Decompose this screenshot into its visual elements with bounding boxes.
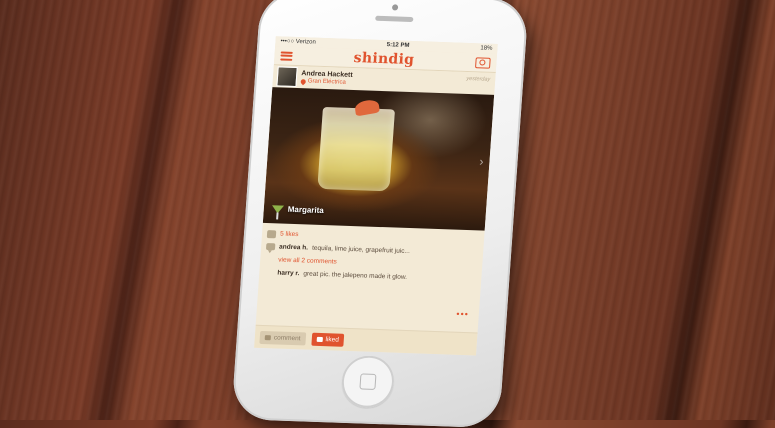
- post-photo[interactable]: › Margarita: [262, 87, 495, 231]
- thumbs-up-icon: [266, 229, 277, 238]
- avatar[interactable]: [276, 66, 298, 88]
- action-bar: comment liked: [254, 324, 478, 356]
- view-all-comments-link[interactable]: view all 2 comments: [278, 256, 337, 265]
- home-button[interactable]: [340, 354, 396, 409]
- location-pin-icon: [299, 77, 307, 85]
- comment-author[interactable]: andrea h.: [279, 244, 308, 252]
- comment-text: great pic. the jalepeno made it glow.: [303, 270, 408, 281]
- comment-text: tequila, lime juice, grapefruit juic...: [311, 244, 411, 256]
- app-logo: shindig: [353, 50, 415, 69]
- location-label: Gran Eléctrica: [307, 78, 346, 86]
- cocktail-icon: [271, 204, 285, 214]
- comment-button-label: comment: [273, 333, 301, 342]
- drink-name: Margarita: [287, 204, 325, 216]
- earpiece-speaker: [375, 15, 414, 23]
- camera-icon[interactable]: [475, 56, 491, 69]
- clock: 5:12 PM: [386, 42, 410, 49]
- more-options-icon[interactable]: •••: [456, 309, 469, 319]
- front-camera: [391, 4, 399, 11]
- liked-button[interactable]: liked: [311, 332, 345, 347]
- thumbs-up-icon: [316, 336, 323, 342]
- battery-label: 18%: [480, 45, 493, 52]
- comment-button[interactable]: comment: [259, 330, 307, 345]
- phone-device: •••○○ Verizon 5:12 PM 18% shindig Andrea…: [231, 0, 529, 428]
- liked-button-label: liked: [325, 335, 340, 344]
- hamburger-menu-icon[interactable]: [280, 50, 293, 61]
- comment-bubble-icon: [265, 243, 276, 251]
- comment-icon: [264, 334, 272, 340]
- post-details: 5 likes andrea h. tequila, lime juice, g…: [259, 223, 485, 291]
- likes-count[interactable]: 5 likes: [280, 231, 299, 239]
- comment-author[interactable]: harry r.: [277, 269, 300, 277]
- carrier-label: •••○○ Verizon: [280, 38, 316, 46]
- post-time: yesterday: [466, 75, 491, 83]
- location-row[interactable]: Gran Eléctrica: [299, 77, 353, 86]
- drink-label[interactable]: Margarita: [271, 204, 325, 216]
- drink-glass-image: [317, 106, 395, 192]
- app-screen: •••○○ Verizon 5:12 PM 18% shindig Andrea…: [254, 36, 498, 356]
- chevron-right-icon[interactable]: ›: [479, 154, 484, 168]
